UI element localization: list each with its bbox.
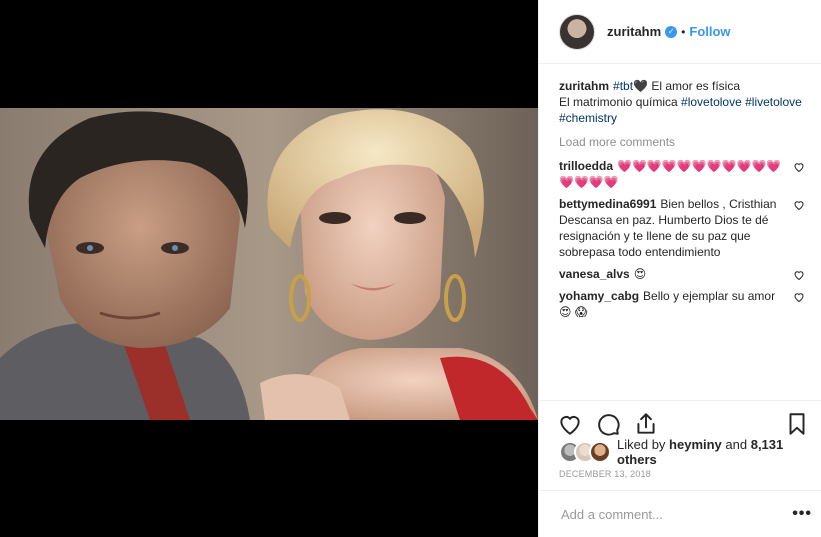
comment-body: yohamy_cabg Bello y ejemplar su amor😍 😱	[559, 288, 793, 320]
likes-row: Liked by heyminy and 8,131 others	[559, 437, 819, 467]
comment-like-heart-icon[interactable]	[793, 199, 805, 211]
caption-text-2: El matrimonio química	[559, 95, 682, 109]
separator-dot: •	[681, 24, 686, 39]
comment-username[interactable]: bettymedina6991	[559, 197, 656, 211]
couple-photo-illustration	[0, 108, 538, 420]
hashtag-chemistry[interactable]: #chemistry	[559, 111, 617, 125]
post-media[interactable]	[0, 0, 538, 537]
add-comment-bar: •••	[539, 490, 821, 537]
post-caption: zuritahm #tbt🖤 El amor es física El matri…	[559, 78, 805, 126]
author-username[interactable]: zuritahm	[607, 24, 661, 39]
add-comment-input[interactable]	[559, 505, 793, 523]
bookmark-icon[interactable]	[784, 411, 810, 437]
comment-username[interactable]: yohamy_cabg	[559, 289, 639, 303]
comment-text: 😍	[633, 267, 647, 281]
post-photo	[0, 108, 538, 420]
comment-bubble-icon[interactable]	[595, 411, 621, 437]
more-options-icon[interactable]: •••	[792, 505, 812, 523]
post-sidebar: zuritahm ✓ • Follow zuritahm #tbt🖤 El amo…	[538, 0, 821, 537]
comment-like-heart-icon[interactable]	[793, 269, 805, 281]
verified-badge-icon: ✓	[665, 25, 678, 38]
liker-avatar[interactable]	[589, 441, 611, 463]
post-date[interactable]: DECEMBER 13, 2018	[559, 469, 651, 479]
load-more-comments[interactable]: Load more comments	[559, 134, 805, 150]
comment-username[interactable]: vanesa_alvs	[559, 267, 630, 281]
comment-body: trilloedda 💗💗💗💗💗💗💗💗💗💗💗💗💗💗💗	[559, 158, 793, 190]
follow-button[interactable]: Follow	[689, 24, 730, 39]
hashtag-tbt[interactable]: #tbt	[613, 79, 633, 93]
caption-username[interactable]: zuritahm	[559, 79, 609, 93]
likes-mid: and	[721, 437, 751, 452]
caption-heart: 🖤	[633, 79, 648, 93]
comment-username[interactable]: trilloedda	[559, 159, 613, 173]
comment-item: vanesa_alvs 😍	[559, 266, 805, 282]
comments-list[interactable]: zuritahm #tbt🖤 El amor es física El matri…	[539, 64, 821, 399]
post-header: zuritahm ✓ • Follow	[539, 0, 821, 64]
likes-summary: Liked by heyminy and 8,131 others	[617, 437, 819, 467]
comment-like-heart-icon[interactable]	[793, 291, 805, 303]
comment-body: vanesa_alvs 😍	[559, 266, 793, 282]
comment-item: bettymedina6991 Bien bellos , Cristhian D…	[559, 196, 805, 260]
like-heart-icon[interactable]	[557, 411, 583, 437]
hashtag-livetolove[interactable]: #livetolove	[745, 95, 802, 109]
likes-user[interactable]: heyminy	[669, 437, 722, 452]
hashtag-lovetolove[interactable]: #lovetolove	[681, 95, 742, 109]
caption-text-1: El amor es física	[647, 79, 741, 93]
comment-item: yohamy_cabg Bello y ejemplar su amor😍 😱	[559, 288, 805, 320]
likes-prefix: Liked by	[617, 437, 670, 452]
instagram-post: zuritahm ✓ • Follow zuritahm #tbt🖤 El amo…	[0, 0, 821, 537]
comment-like-heart-icon[interactable]	[793, 161, 805, 173]
comment-body: bettymedina6991 Bien bellos , Cristhian D…	[559, 196, 793, 260]
share-icon[interactable]	[633, 411, 659, 437]
comment-item: trilloedda 💗💗💗💗💗💗💗💗💗💗💗💗💗💗💗	[559, 158, 805, 190]
author-avatar[interactable]	[559, 13, 595, 50]
